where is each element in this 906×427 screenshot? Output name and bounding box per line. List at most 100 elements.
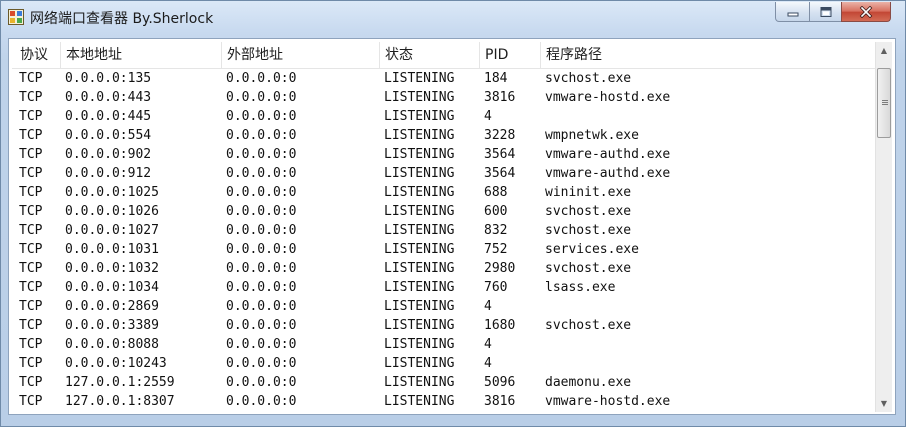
table-row[interactable]: TCP 0.0.0.0:1034 0.0.0.0:0 LISTENING 760 lsas… — [12, 278, 876, 297]
table-row[interactable]: TCP 0.0.0.0:902 0.0.0.0:0 LISTENING 3564 vmwa… — [12, 145, 876, 164]
cell-state: LISTENING — [384, 318, 455, 333]
cell-local-address: 0.0.0.0:8088 — [65, 337, 159, 352]
minimize-button[interactable] — [775, 2, 810, 22]
cell-program-path: vmware-authd.exe — [545, 147, 671, 162]
cell-protocol: TCP — [19, 90, 43, 105]
cell-foreign-address: 0.0.0.0:0 — [226, 223, 297, 238]
connections-list-view[interactable]: 协议 本地地址 外部地址 状态 PID 程序路径 TCP 0.0.0.0:135 0… — [8, 38, 896, 415]
cell-state: LISTENING — [384, 109, 455, 124]
cell-foreign-address: 0.0.0.0:0 — [226, 71, 297, 86]
cell-protocol: TCP — [19, 185, 43, 200]
cell-foreign-address: 0.0.0.0:0 — [226, 166, 297, 181]
column-header-foreign-address[interactable]: 外部地址 — [222, 42, 380, 68]
cell-program-path: vmware-hostd.exe — [545, 394, 671, 409]
list-header: 协议 本地地址 外部地址 状态 PID 程序路径 — [12, 42, 876, 69]
cell-state: LISTENING — [384, 71, 455, 86]
cell-pid: 3228 — [484, 128, 516, 143]
cell-local-address: 0.0.0.0:554 — [65, 128, 152, 143]
table-row[interactable]: TCP 0.0.0.0:554 0.0.0.0:0 LISTENING 3228 wmpn… — [12, 126, 876, 145]
title-bar[interactable]: 网络端口查看器 By.Sherlock — [1, 1, 905, 33]
cell-state: LISTENING — [384, 147, 455, 162]
cell-foreign-address: 0.0.0.0:0 — [226, 261, 297, 276]
cell-protocol: TCP — [19, 261, 43, 276]
cell-protocol: TCP — [19, 71, 43, 86]
cell-program-path: vmware-hostd.exe — [545, 90, 671, 105]
cell-foreign-address: 0.0.0.0:0 — [226, 280, 297, 295]
cell-pid: 3816 — [484, 90, 516, 105]
column-header-pid[interactable]: PID — [480, 42, 541, 68]
scroll-thumb[interactable] — [877, 68, 891, 138]
grip-line — [882, 102, 888, 103]
table-row[interactable]: TCP 0.0.0.0:1031 0.0.0.0:0 LISTENING 752 serv… — [12, 240, 876, 259]
cell-program-path — [541, 335, 876, 354]
cell-state: LISTENING — [384, 375, 455, 390]
scroll-up-button[interactable]: ▲ — [876, 42, 892, 59]
cell-local-address: 0.0.0.0:135 — [65, 71, 152, 86]
table-row[interactable]: TCP 0.0.0.0:1032 0.0.0.0:0 LISTENING 2980 svc… — [12, 259, 876, 278]
cell-foreign-address: 0.0.0.0:0 — [226, 185, 297, 200]
table-row[interactable]: TCP 0.0.0.0:1027 0.0.0.0:0 LISTENING 832 svch… — [12, 221, 876, 240]
cell-pid: 760 — [484, 280, 508, 295]
table-row[interactable]: TCP 0.0.0.0:135 0.0.0.0:0 LISTENING 184 svcho… — [12, 69, 876, 88]
table-row[interactable]: TCP 127.0.0.1:8307 0.0.0.0:0 LISTENING 3816 v… — [12, 392, 876, 411]
list-viewport: 协议 本地地址 外部地址 状态 PID 程序路径 TCP 0.0.0.0:135 0… — [12, 42, 892, 412]
table-row[interactable]: TCP 0.0.0.0:1026 0.0.0.0:0 LISTENING 600 svch… — [12, 202, 876, 221]
cell-local-address: 0.0.0.0:912 — [65, 166, 152, 181]
table-row[interactable]: TCP 0.0.0.0:3389 0.0.0.0:0 LISTENING 1680 svc… — [12, 316, 876, 335]
cell-state: LISTENING — [384, 223, 455, 238]
cell-local-address: 127.0.0.1:8307 — [65, 394, 175, 409]
table-row[interactable]: TCP 127.0.0.1:2559 0.0.0.0:0 LISTENING 5096 d… — [12, 373, 876, 392]
table-row[interactable]: TCP 0.0.0.0:10243 0.0.0.0:0 LISTENING 4 — [12, 354, 876, 373]
cell-pid: 184 — [484, 71, 508, 86]
list-rows: TCP 0.0.0.0:135 0.0.0.0:0 LISTENING 184 svcho… — [12, 69, 876, 411]
cell-foreign-address: 0.0.0.0:0 — [226, 128, 297, 143]
cell-program-path: svchost.exe — [545, 318, 632, 333]
cell-foreign-address: 0.0.0.0:0 — [226, 109, 297, 124]
cell-protocol: TCP — [19, 356, 43, 371]
vertical-scrollbar[interactable]: ▲ ▼ — [875, 42, 892, 412]
cell-local-address: 0.0.0.0:1025 — [65, 185, 159, 200]
cell-foreign-address: 0.0.0.0:0 — [226, 318, 297, 333]
cell-state: LISTENING — [384, 394, 455, 409]
cell-protocol: TCP — [19, 299, 43, 314]
cell-local-address: 0.0.0.0:902 — [65, 147, 152, 162]
cell-foreign-address: 0.0.0.0:0 — [226, 337, 297, 352]
table-row[interactable]: TCP 0.0.0.0:912 0.0.0.0:0 LISTENING 3564 vmwa… — [12, 164, 876, 183]
column-header-state[interactable]: 状态 — [380, 42, 480, 68]
cell-protocol: TCP — [19, 128, 43, 143]
column-header-local-address[interactable]: 本地地址 — [61, 42, 222, 68]
cell-protocol: TCP — [19, 147, 43, 162]
table-row[interactable]: TCP 0.0.0.0:8088 0.0.0.0:0 LISTENING 4 — [12, 335, 876, 354]
cell-protocol: TCP — [19, 223, 43, 238]
cell-state: LISTENING — [384, 166, 455, 181]
scroll-down-button[interactable]: ▼ — [876, 395, 892, 412]
cell-program-path: wmpnetwk.exe — [545, 128, 639, 143]
cell-local-address: 0.0.0.0:1031 — [65, 242, 159, 257]
cell-program-path: svchost.exe — [545, 261, 632, 276]
table-row[interactable]: TCP 0.0.0.0:445 0.0.0.0:0 LISTENING 4 — [12, 107, 876, 126]
column-header-protocol[interactable]: 协议 — [15, 42, 61, 68]
cell-state: LISTENING — [384, 128, 455, 143]
arrow-up-icon: ▲ — [880, 46, 888, 55]
cell-state: LISTENING — [384, 261, 455, 276]
cell-protocol: TCP — [19, 109, 43, 124]
close-button[interactable] — [841, 2, 891, 22]
cell-foreign-address: 0.0.0.0:0 — [226, 394, 297, 409]
cell-pid: 688 — [484, 185, 508, 200]
cell-protocol: TCP — [19, 204, 43, 219]
app-window: 网络端口查看器 By.Sherlock 协议 本地地址 外部地址 状态 PID … — [0, 0, 906, 427]
cell-program-path: svchost.exe — [545, 204, 632, 219]
cell-state: LISTENING — [384, 185, 455, 200]
cell-pid: 4 — [484, 299, 492, 314]
table-row[interactable]: TCP 0.0.0.0:2869 0.0.0.0:0 LISTENING 4 — [12, 297, 876, 316]
cell-program-path: wininit.exe — [545, 185, 632, 200]
cell-local-address: 0.0.0.0:2869 — [65, 299, 159, 314]
table-row[interactable]: TCP 0.0.0.0:443 0.0.0.0:0 LISTENING 3816 vmwa… — [12, 88, 876, 107]
table-row[interactable]: TCP 0.0.0.0:1025 0.0.0.0:0 LISTENING 688 wini… — [12, 183, 876, 202]
cell-local-address: 0.0.0.0:3389 — [65, 318, 159, 333]
cell-state: LISTENING — [384, 337, 455, 352]
column-header-program-path[interactable]: 程序路径 — [541, 42, 876, 68]
cell-protocol: TCP — [19, 394, 43, 409]
cell-program-path: services.exe — [545, 242, 639, 257]
maximize-button[interactable] — [809, 2, 842, 22]
